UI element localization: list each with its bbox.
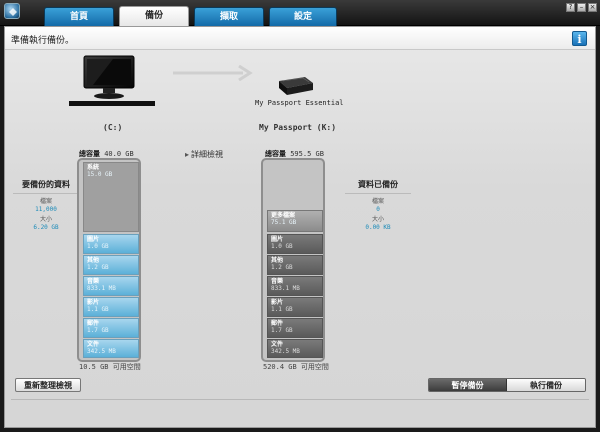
target-files-value: 0 xyxy=(376,206,380,213)
category-segment[interactable]: 文件 342.5 MB xyxy=(83,339,139,358)
category-size: 833.1 MB xyxy=(271,285,300,292)
category-name: 郵件 xyxy=(271,320,284,327)
category-size: 1.1 GB xyxy=(271,306,293,313)
category-size: 1.7 GB xyxy=(271,327,293,334)
refresh-view-button[interactable]: 重新整理檢視 xyxy=(15,378,81,392)
minimize-button[interactable]: – xyxy=(577,3,586,12)
target-capacity-title: 總容量 xyxy=(265,150,286,158)
tab-retrieve[interactable]: 擷取 xyxy=(194,7,264,26)
source-size-value: 6.20 GB xyxy=(33,224,59,231)
category-segment[interactable]: 圖片 1.0 GB xyxy=(83,234,139,254)
category-name: 圖片 xyxy=(271,236,284,243)
category-size: 833.1 MB xyxy=(87,285,116,292)
category-name: 更多檔案 xyxy=(271,212,296,219)
category-size: 1.0 GB xyxy=(271,243,293,250)
category-name: 圖片 xyxy=(87,236,100,243)
source-capacity-value: 40.0 GB xyxy=(104,150,134,158)
source-files-value: 11,000 xyxy=(35,206,57,213)
category-segment[interactable]: 圖片 1.0 GB xyxy=(267,234,323,254)
category-segment[interactable]: 音樂 833.1 MB xyxy=(83,276,139,296)
computer-name-redacted xyxy=(69,101,155,106)
tab-backup[interactable]: 備份 xyxy=(119,6,189,27)
target-size-label: 大小 xyxy=(371,216,384,223)
arrow-right-icon xyxy=(173,64,253,82)
target-capacity-value: 595.5 GB xyxy=(290,150,324,158)
drive-name: My Passport Essential xyxy=(255,99,344,107)
category-segment[interactable]: 其他 1.2 GB xyxy=(83,255,139,275)
target-volume-label: My Passport (K:) xyxy=(259,123,337,132)
category-segment[interactable]: 音樂 833.1 MB xyxy=(267,276,323,296)
category-name: 其他 xyxy=(271,257,284,264)
source-info: 要備份的資料 檔案 11,000 大小 6.20 GB xyxy=(9,179,83,234)
category-name: 其他 xyxy=(87,257,100,264)
category-segment[interactable]: 郵件 1.7 GB xyxy=(267,318,323,338)
close-button[interactable]: × xyxy=(588,3,597,12)
divider xyxy=(345,193,411,194)
category-size: 342.5 MB xyxy=(87,348,116,355)
help-button[interactable]: ? xyxy=(566,3,575,12)
category-name: 音樂 xyxy=(271,278,284,285)
status-text: 準備執行備份。 xyxy=(11,36,75,46)
pause-backup-button[interactable]: 暫停備份 xyxy=(429,379,507,391)
external-drive-icon xyxy=(275,75,315,99)
target-files-label: 檔案 xyxy=(371,198,384,205)
category-size: 1.2 GB xyxy=(271,264,293,271)
target-size-value: 0.00 KB xyxy=(365,224,391,231)
category-segment[interactable]: 其他 1.2 GB xyxy=(267,255,323,275)
backup-panel: 準備執行備份。 i My Passport Essential (C:) My xyxy=(4,26,596,428)
category-name: 文件 xyxy=(271,341,284,348)
status-bar: 準備執行備份。 i xyxy=(5,27,595,50)
app-logo-icon xyxy=(4,3,20,19)
target-info-heading: 資料已備份 xyxy=(358,179,398,189)
category-size: 1.7 GB xyxy=(87,327,109,334)
detail-view-link[interactable]: 詳細檢視 xyxy=(185,149,223,160)
source-free-space: 10.5 GB 可用空間 xyxy=(79,363,141,371)
tab-home[interactable]: 首頁 xyxy=(44,7,114,26)
category-name: 系統 xyxy=(87,164,100,171)
category-size: 1.2 GB xyxy=(87,264,109,271)
category-name: 文件 xyxy=(87,341,100,348)
category-size: 1.0 GB xyxy=(87,243,109,250)
category-segment[interactable]: 更多檔案 75.1 GB xyxy=(267,210,323,232)
backup-control-group: 暫停備份 執行備份 xyxy=(428,378,586,392)
category-size: 1.1 GB xyxy=(87,306,109,313)
category-segment[interactable]: 郵件 1.7 GB xyxy=(83,318,139,338)
footer-divider xyxy=(11,399,589,400)
category-name: 音樂 xyxy=(87,278,100,285)
category-size: 75.1 GB xyxy=(271,219,297,226)
category-segment[interactable]: 文件 342.5 MB xyxy=(267,339,323,358)
source-info-heading: 要備份的資料 xyxy=(22,179,70,189)
source-capacity-column: 系統 15.0 GB 圖片 1.0 GB 其他 1.2 GB 音樂 833.1 … xyxy=(77,158,141,362)
computer-icon xyxy=(83,55,135,101)
category-segment[interactable]: 影片 1.1 GB xyxy=(83,297,139,317)
source-capacity-title: 總容量 xyxy=(79,150,100,158)
category-name: 影片 xyxy=(271,299,284,306)
source-files-label: 檔案 xyxy=(39,198,52,205)
category-size: 15.0 GB xyxy=(87,171,113,178)
tab-settings[interactable]: 設定 xyxy=(269,7,337,26)
category-size: 342.5 MB xyxy=(271,348,300,355)
source-volume-label: (C:) xyxy=(103,123,123,132)
category-segment[interactable]: 系統 15.0 GB xyxy=(83,162,139,232)
category-name: 郵件 xyxy=(87,320,100,327)
info-icon[interactable]: i xyxy=(572,31,587,46)
target-info: 資料已備份 檔案 0 大小 0.00 KB xyxy=(341,179,415,234)
target-free-space: 520.4 GB 可用空間 xyxy=(263,363,329,371)
divider xyxy=(13,193,79,194)
target-capacity-column: 更多檔案 75.1 GB 圖片 1.0 GB 其他 1.2 GB 音樂 833.… xyxy=(261,158,325,362)
category-segment[interactable]: 影片 1.1 GB xyxy=(267,297,323,317)
title-bar: 首頁 備份 擷取 設定 ? – × xyxy=(0,0,600,27)
source-size-label: 大小 xyxy=(39,216,52,223)
run-backup-button[interactable]: 執行備份 xyxy=(507,379,585,391)
category-name: 影片 xyxy=(87,299,100,306)
